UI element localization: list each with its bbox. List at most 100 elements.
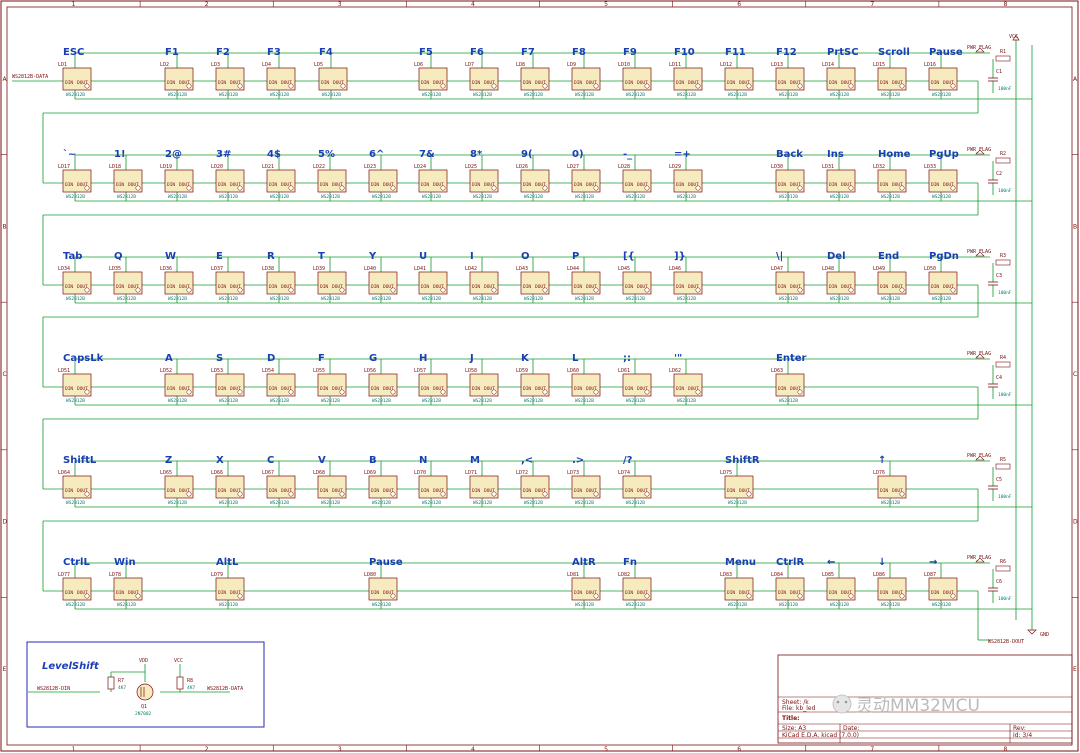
led-part-value: WS2812B	[575, 398, 594, 404]
din-pin-label: DIN	[65, 590, 73, 596]
pwr-flag-label: PWR_FLAG	[967, 45, 991, 51]
border-col-bottom: 5	[604, 746, 608, 753]
led-part-value: WS2812B	[575, 92, 594, 98]
key-label: F5	[419, 47, 433, 58]
led-ref: LD4	[262, 62, 271, 68]
key-label: D	[267, 353, 275, 364]
led-ref: LD12	[720, 62, 732, 68]
led-ld71: MLD71DIN DOUTWS2812B	[465, 455, 499, 506]
key-label: 9(	[521, 149, 533, 160]
key-label: 2@	[165, 149, 182, 160]
led-part-value: WS2812B	[677, 92, 696, 98]
led-row-1: ESCLD1DIN DOUTWS2812BF1LD2DIN DOUTWS2812BF…	[58, 47, 963, 98]
led-ref: LD43	[516, 266, 528, 272]
led-ref: LD53	[211, 368, 223, 374]
din-pin-label: DIN	[676, 80, 684, 86]
led-icon	[746, 491, 752, 497]
led-ref: LD27	[567, 164, 579, 170]
border-row-right: A	[1073, 76, 1078, 83]
cap-ref: C4	[996, 375, 1002, 381]
led-row-6: CtrlLLD77DIN DOUTWS2812BWinLD78DIN DOUTWS2…	[58, 557, 958, 608]
led-ref: LD26	[516, 164, 528, 170]
key-label: 6^	[369, 149, 384, 160]
key-label: Y	[368, 251, 377, 262]
din-pin-label: DIN	[574, 284, 582, 290]
led-ref: LD29	[669, 164, 681, 170]
resistor-body	[995, 361, 1011, 368]
led-icon	[950, 593, 956, 599]
led-icon	[542, 185, 548, 191]
key-label: Enter	[776, 353, 807, 364]
led-part-value: WS2812B	[830, 296, 849, 302]
led-part-value: WS2812B	[117, 296, 136, 302]
din-pin-label: DIN	[167, 80, 175, 86]
led-part-value: WS2812B	[372, 398, 391, 404]
led-ref: LD44	[567, 266, 579, 272]
led-part-value: WS2812B	[779, 92, 798, 98]
led-icon	[899, 491, 905, 497]
din-pin-label: DIN	[574, 488, 582, 494]
led-part-value: WS2812B	[575, 500, 594, 506]
led-part-value: WS2812B	[117, 602, 136, 608]
led-ref: LD42	[465, 266, 477, 272]
data-in-net-label: WS2812B-DATA	[12, 74, 48, 80]
led-part-value: WS2812B	[881, 92, 900, 98]
din-pin-label: DIN	[421, 488, 429, 494]
key-label: ,<	[521, 455, 533, 466]
led-ref: LD30	[771, 164, 783, 170]
led-icon	[288, 389, 294, 395]
led-part-value: WS2812B	[575, 296, 594, 302]
din-pin-label: DIN	[880, 488, 888, 494]
led-part-value: WS2812B	[422, 194, 441, 200]
din-pin-label: DIN	[116, 590, 124, 596]
key-label: T	[318, 251, 325, 262]
led-icon	[390, 593, 396, 599]
din-pin-label: DIN	[421, 182, 429, 188]
led-ref: LD24	[414, 164, 426, 170]
border-col-top: 7	[870, 1, 874, 8]
key-label: R	[267, 251, 275, 262]
key-label: F11	[725, 47, 746, 58]
led-ld45: [{LD45DIN DOUTWS2812B	[618, 251, 652, 302]
led-ld18: 1!LD18DIN DOUTWS2812B	[109, 149, 143, 200]
din-pin-label: DIN	[829, 80, 837, 86]
led-part-value: WS2812B	[830, 92, 849, 98]
cap-value: 100nF	[998, 494, 1012, 500]
led-ld64: ShiftLLD64DIN DOUTWS2812B	[58, 455, 97, 506]
led-ref: LD6	[414, 62, 423, 68]
led-ref: LD78	[109, 572, 121, 578]
led-ld85: ←LD85DIN DOUTWS2812B	[822, 557, 856, 608]
din-pin-label: DIN	[472, 386, 480, 392]
led-ld46: ]}LD46DIN DOUTWS2812B	[669, 251, 703, 302]
led-ld72: ,<LD72DIN DOUTWS2812B	[516, 455, 550, 506]
led-ld69: BLD69DIN DOUTWS2812B	[364, 455, 398, 506]
din-pin-label: DIN	[320, 488, 328, 494]
led-part-value: WS2812B	[575, 194, 594, 200]
led-ld55: FLD55DIN DOUTWS2812B	[313, 353, 347, 404]
led-ld12: F11LD12DIN DOUTWS2812B	[720, 47, 754, 98]
key-label: S	[216, 353, 223, 364]
din-pin-label: DIN	[218, 386, 226, 392]
led-ld2: F1LD2DIN DOUTWS2812B	[160, 47, 194, 98]
schematic-canvas: 1122334455667788A AB BC CD DE E ESCLD1DIN DOUT…	[0, 0, 1079, 753]
led-ld9: F8LD9DIN DOUTWS2812B	[567, 47, 601, 98]
led-part-value: WS2812B	[524, 500, 543, 506]
led-icon	[339, 491, 345, 497]
led-ref: LD21	[262, 164, 274, 170]
led-part-value: WS2812B	[881, 602, 900, 608]
led-icon	[135, 287, 141, 293]
led-ref: LD11	[669, 62, 681, 68]
resistor-body	[995, 565, 1011, 572]
led-icon	[440, 83, 446, 89]
din-pin-label: DIN	[421, 386, 429, 392]
led-part-value: WS2812B	[270, 92, 289, 98]
led-part-value: WS2812B	[219, 500, 238, 506]
key-label: [{	[623, 251, 635, 262]
din-pin-label: DIN	[218, 590, 226, 596]
led-ld70: NLD70DIN DOUTWS2812B	[414, 455, 448, 506]
key-label: ShiftR	[725, 455, 760, 466]
led-icon	[440, 389, 446, 395]
led-ref: LD48	[822, 266, 834, 272]
din-pin-label: DIN	[65, 488, 73, 494]
led-part-value: WS2812B	[66, 296, 85, 302]
